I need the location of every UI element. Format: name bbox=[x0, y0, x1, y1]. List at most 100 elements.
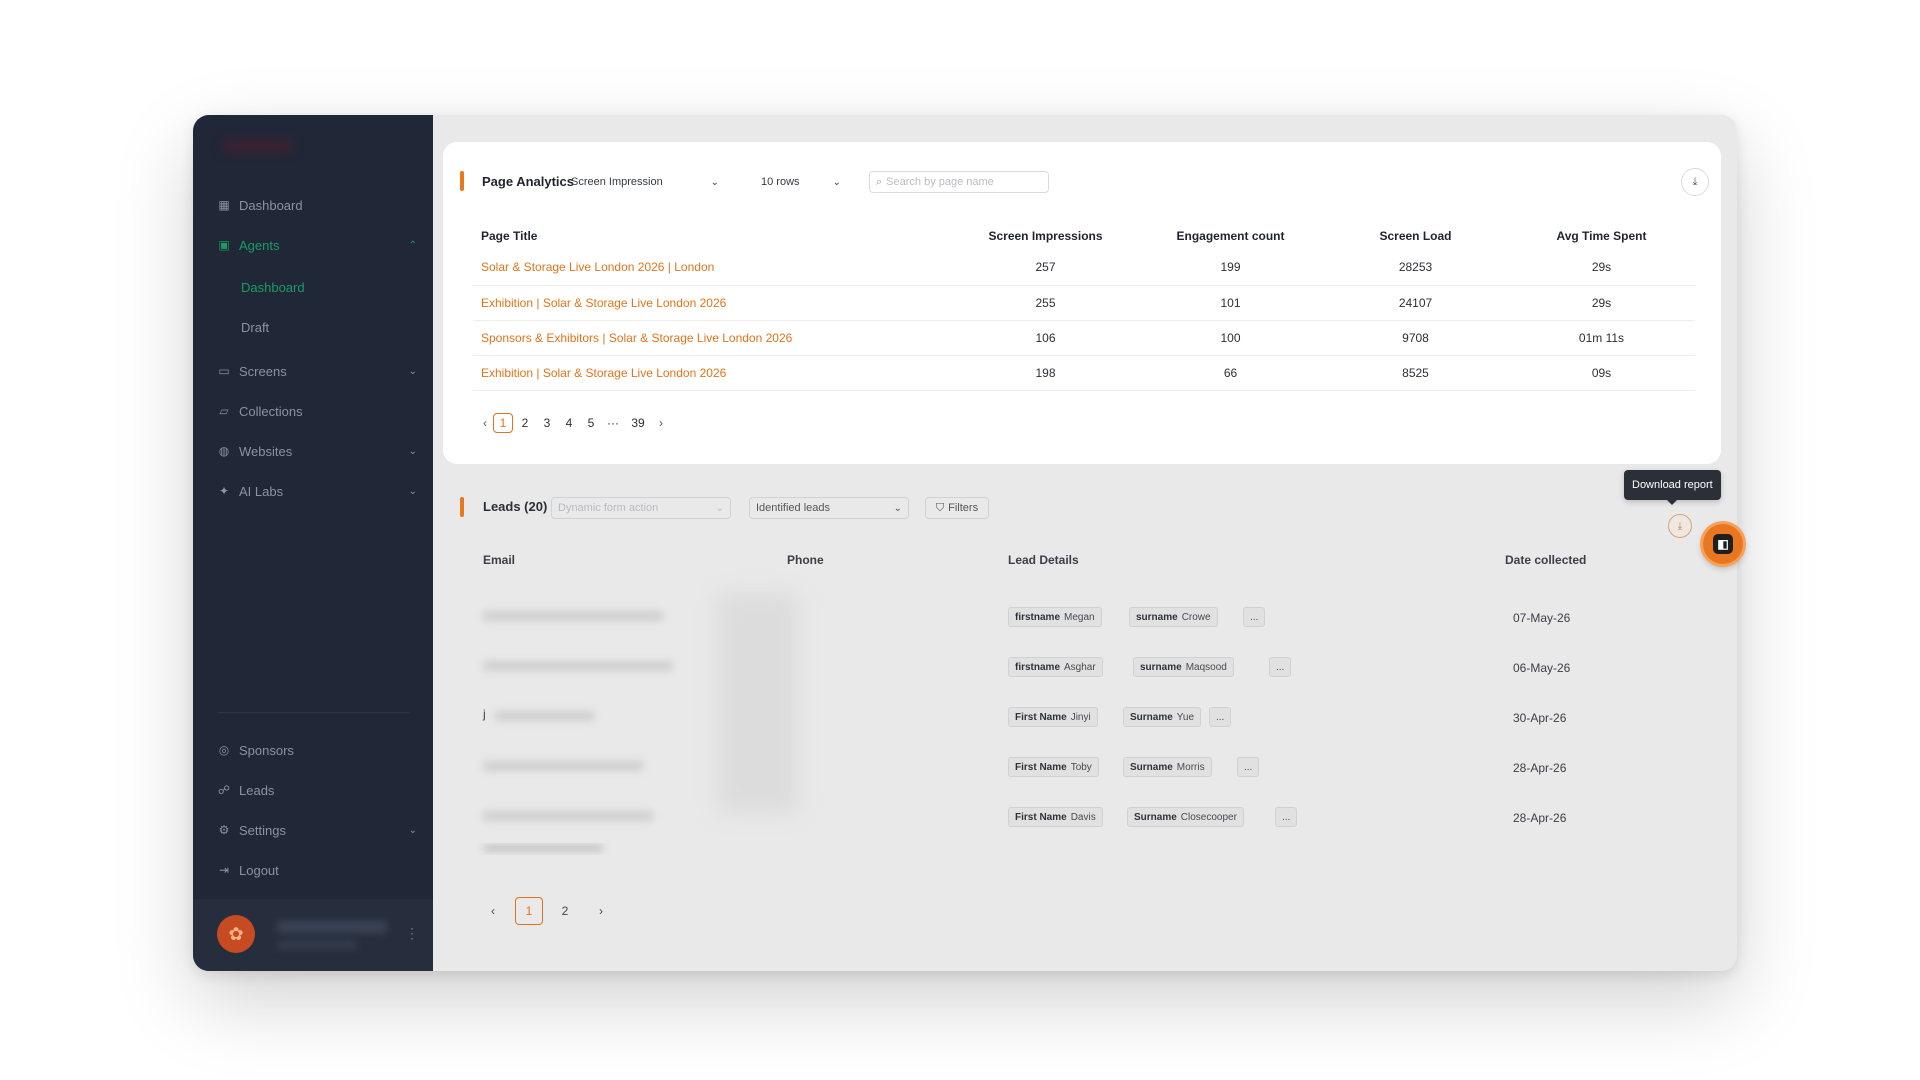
table-cell: 199 bbox=[1138, 250, 1323, 286]
table-cell: 9708 bbox=[1323, 320, 1508, 356]
rows-select[interactable]: 10 rows ⌄ bbox=[755, 171, 847, 193]
filters-button[interactable]: ⛉ Filters bbox=[925, 497, 989, 519]
form-action-placeholder: Dynamic form action bbox=[558, 502, 659, 514]
table-row[interactable]: j First Name Jinyi Surname Yue ... 30-Apr-… bbox=[463, 693, 1721, 743]
chip-key: Surname bbox=[1134, 811, 1177, 823]
lead-detail-chip: Surname Closecooper bbox=[1127, 807, 1244, 827]
sparkle-icon: ✦ bbox=[218, 484, 230, 498]
download-icon[interactable]: ⤓ bbox=[1681, 168, 1709, 196]
profile-panel[interactable]: ✿ ⋮ bbox=[193, 899, 433, 971]
page-title-link[interactable]: Solar & Storage Live London 2026 | Londo… bbox=[473, 250, 953, 286]
sidebar-item-collections[interactable]: ▱ Collections bbox=[217, 400, 417, 422]
table-row[interactable]: First Name Davis Surname Closecooper ... 2… bbox=[463, 793, 1721, 843]
analytics-pagination: ‹ 1 2 3 4 5 ··· 39 › bbox=[477, 413, 669, 433]
page-title-link[interactable]: Exhibition | Solar & Storage Live London… bbox=[473, 355, 953, 391]
page-search-input[interactable]: ⌕ Search by page name bbox=[869, 171, 1049, 193]
chevron-left-icon[interactable]: ‹ bbox=[479, 897, 507, 925]
chip-value: Morris bbox=[1176, 761, 1205, 773]
sidebar-item-label: Dashboard bbox=[239, 197, 303, 213]
more-details-button[interactable]: ... bbox=[1237, 757, 1260, 777]
page-title-link[interactable]: Exhibition | Solar & Storage Live London… bbox=[473, 285, 953, 321]
sidebar-item-label: Screens bbox=[239, 363, 287, 379]
chevron-down-icon: ⌄ bbox=[408, 485, 417, 497]
grid-icon: ▦ bbox=[218, 198, 230, 212]
chevron-right-icon[interactable]: › bbox=[653, 416, 669, 430]
page-button[interactable]: 3 bbox=[537, 413, 557, 433]
page-button[interactable]: 1 bbox=[515, 897, 543, 925]
sidebar-divider bbox=[217, 712, 409, 713]
page-ellipsis[interactable]: ··· bbox=[603, 413, 623, 433]
email-redacted bbox=[483, 611, 663, 621]
page-button[interactable]: 5 bbox=[581, 413, 601, 433]
page-analytics-title: Page Analytics bbox=[482, 174, 575, 189]
leads-section: Leads (20) Dynamic form action ⌄ Identif… bbox=[443, 485, 1731, 965]
page-button[interactable]: 2 bbox=[515, 413, 535, 433]
chevron-down-icon: ⌄ bbox=[710, 176, 719, 188]
chip-key: First Name bbox=[1015, 761, 1067, 773]
table-cell: 8525 bbox=[1323, 355, 1508, 391]
column-header: Date collected bbox=[1505, 553, 1587, 567]
lead-detail-chip: surname Maqsood bbox=[1133, 657, 1234, 677]
table-cell: 29s bbox=[1508, 250, 1695, 286]
sidebar-subitem-draft[interactable]: Draft bbox=[241, 317, 269, 337]
filters-label: Filters bbox=[948, 502, 979, 514]
lead-type-select[interactable]: Identified leads ⌄ bbox=[749, 497, 909, 519]
chip-value: Toby bbox=[1070, 761, 1092, 773]
chevron-right-icon[interactable]: › bbox=[587, 897, 615, 925]
sidebar-item-dashboard[interactable]: ▦ Dashboard bbox=[217, 194, 417, 216]
more-details-button[interactable]: ... bbox=[1275, 807, 1298, 827]
sidebar-item-settings[interactable]: ⚙ Settings ⌄ bbox=[217, 819, 417, 841]
lead-detail-chip: firstname Asghar bbox=[1008, 657, 1103, 677]
chevron-left-icon[interactable]: ‹ bbox=[477, 416, 493, 430]
sidebar-item-websites[interactable]: ◍ Websites ⌄ bbox=[217, 440, 417, 462]
page-button[interactable]: 39 bbox=[625, 413, 651, 433]
sidebar-item-leads[interactable]: ☍ Leads bbox=[217, 779, 417, 801]
lead-detail-chip: surname Crowe bbox=[1129, 607, 1218, 627]
more-details-button[interactable]: ... bbox=[1269, 657, 1292, 677]
table-cell: 255 bbox=[953, 285, 1138, 321]
metric-select[interactable]: Screen Impression ⌄ bbox=[565, 171, 725, 193]
lead-detail-chip: Surname Morris bbox=[1123, 757, 1212, 777]
sidebar-item-ai-labs[interactable]: ✦ AI Labs ⌄ bbox=[217, 480, 417, 502]
table-row[interactable]: firstname Asghar surname Maqsood ... 06-Ma… bbox=[463, 643, 1721, 693]
page-button[interactable]: 1 bbox=[493, 413, 513, 433]
avatar[interactable]: ✿ bbox=[217, 915, 255, 953]
page-button[interactable]: 2 bbox=[551, 897, 579, 925]
column-header[interactable]: Avg Time Spent bbox=[1508, 222, 1695, 250]
column-header[interactable]: Engagement count bbox=[1138, 222, 1323, 250]
date-cell: 28-Apr-26 bbox=[1513, 761, 1567, 775]
app-window: ▦ Dashboard ▣ Agents ⌃ Dashboard Draft ▭… bbox=[193, 115, 1737, 971]
column-header[interactable]: Screen Impressions bbox=[953, 222, 1138, 250]
more-options-icon[interactable]: ⋮ bbox=[405, 925, 419, 942]
metric-select-value: Screen Impression bbox=[571, 176, 663, 188]
table-cell: 29s bbox=[1508, 285, 1695, 321]
chip-value: Davis bbox=[1070, 811, 1096, 823]
more-details-button[interactable]: ... bbox=[1209, 707, 1232, 727]
form-action-select[interactable]: Dynamic form action ⌄ bbox=[551, 497, 731, 519]
sidebar-item-logout[interactable]: ⇥ Logout bbox=[217, 859, 417, 881]
sidebar-item-label: AI Labs bbox=[239, 483, 284, 499]
chevron-down-icon: ⌄ bbox=[832, 176, 841, 188]
brand-logo[interactable] bbox=[223, 139, 293, 153]
sidebar-subitem-agents-dashboard[interactable]: Dashboard bbox=[241, 277, 305, 297]
table-row: Solar & Storage Live London 2026 | Londo… bbox=[473, 250, 1695, 286]
sidebar-item-sponsors[interactable]: ◎ Sponsors bbox=[217, 739, 417, 761]
chip-key: First Name bbox=[1015, 811, 1067, 823]
page-button[interactable]: 4 bbox=[559, 413, 579, 433]
column-header[interactable]: Screen Load bbox=[1323, 222, 1508, 250]
column-header: Lead Details bbox=[1008, 553, 1079, 567]
table-header-row: Page Title Screen Impressions Engagement… bbox=[473, 222, 1695, 250]
agents-icon: ▣ bbox=[218, 238, 230, 252]
table-row[interactable]: First Name Toby Surname Morris ... 28-Apr-… bbox=[463, 743, 1721, 793]
floating-assistant-button[interactable]: ◧ bbox=[1703, 524, 1743, 564]
sidebar: ▦ Dashboard ▣ Agents ⌃ Dashboard Draft ▭… bbox=[193, 115, 433, 971]
more-details-button[interactable]: ... bbox=[1243, 607, 1266, 627]
filter-icon: ⛉ bbox=[935, 501, 945, 514]
sidebar-item-screens[interactable]: ▭ Screens ⌄ bbox=[217, 360, 417, 382]
email-cell: j bbox=[483, 707, 486, 721]
download-icon[interactable]: ⤓ bbox=[1668, 514, 1692, 538]
leads-pagination: ‹ 1 2 › bbox=[479, 897, 623, 925]
page-title-link[interactable]: Sponsors & Exhibitors | Solar & Storage … bbox=[473, 320, 953, 356]
table-row[interactable]: firstname Megan surname Crowe ... 07-May-2… bbox=[463, 593, 1721, 643]
sidebar-item-agents[interactable]: ▣ Agents ⌃ bbox=[217, 234, 417, 256]
